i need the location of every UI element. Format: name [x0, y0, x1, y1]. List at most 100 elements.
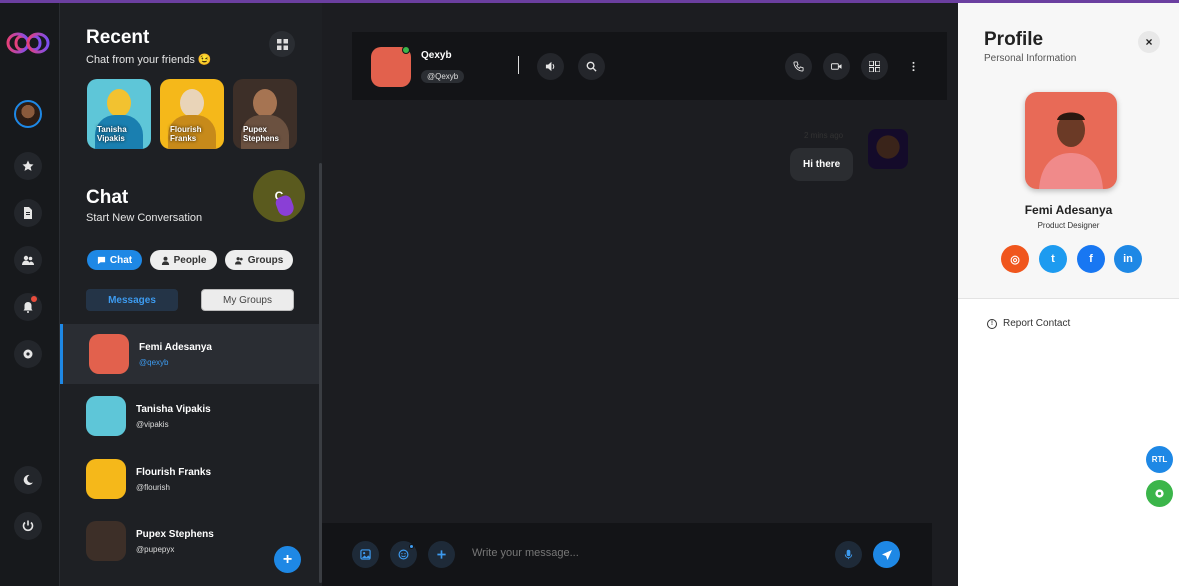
grid-menu-button[interactable]: [861, 53, 888, 80]
conversation-handle: @pupepyx: [136, 545, 175, 554]
theme-settings-button[interactable]: [1146, 480, 1173, 507]
conversation-avatar: [86, 521, 126, 561]
grid-view-button[interactable]: [269, 31, 295, 57]
voice-message-button[interactable]: [835, 541, 862, 568]
chat-title: Chat: [86, 187, 129, 208]
story-card[interactable]: Flourish Franks: [160, 79, 224, 149]
attach-image-button[interactable]: [352, 541, 379, 568]
dark-mode-toggle[interactable]: [14, 466, 42, 494]
sender-avatar: [868, 129, 908, 169]
facebook-icon: f: [1089, 253, 1093, 265]
conversation-item[interactable]: Flourish Franks @flourish: [60, 449, 319, 509]
profile-role: Product Designer: [1037, 221, 1100, 230]
icon-rail: [0, 3, 60, 586]
speaker-icon: [545, 61, 555, 72]
conversation-item[interactable]: Femi Adesanya @qexyb: [60, 324, 319, 384]
video-call-button[interactable]: [823, 53, 850, 80]
tab-groups[interactable]: Groups: [225, 250, 293, 270]
tab-my-groups[interactable]: My Groups: [201, 289, 294, 311]
grid-icon: [869, 61, 880, 72]
person-icon: [161, 256, 169, 265]
conversation-handle: @qexyb: [139, 358, 169, 367]
new-conversation-button[interactable]: C: [253, 170, 305, 222]
message-input[interactable]: [472, 547, 832, 559]
chat-subtitle: Start New Conversation: [86, 212, 203, 224]
documents-button[interactable]: [14, 199, 42, 227]
more-options-button[interactable]: [900, 53, 927, 80]
close-profile-button[interactable]: ×: [1138, 31, 1160, 53]
notifications-button[interactable]: [14, 293, 42, 321]
online-status-dot: [402, 46, 410, 54]
smiley-icon: [398, 549, 409, 560]
story-card[interactable]: Pupex Stephens: [233, 79, 297, 149]
mute-button[interactable]: [537, 53, 564, 80]
instagram-button[interactable]: ◎: [1001, 245, 1029, 273]
story-name: Tanisha Vipakis: [97, 125, 127, 143]
logout-button[interactable]: [14, 512, 42, 540]
add-conversation-button[interactable]: +: [274, 546, 301, 573]
video-camera-icon: [831, 63, 842, 70]
linkedin-icon: in: [1123, 253, 1133, 265]
tab-chat-label: Chat: [109, 254, 133, 266]
chat-app: Recent Chat from your friends 😉 Tanisha V…: [0, 0, 1179, 586]
chat-panel: Qexyb @Qexyb 2 mins ago Hi there: [322, 3, 958, 586]
star-icon: [22, 160, 34, 171]
voice-call-button[interactable]: [785, 53, 812, 80]
plus-icon: [437, 550, 446, 559]
story-name: Pupex Stephens: [243, 125, 280, 143]
message-composer: [322, 523, 932, 586]
group-icon: [234, 256, 243, 265]
twitter-icon: t: [1051, 253, 1055, 265]
rtl-toggle-button[interactable]: RTL: [1146, 446, 1173, 473]
paper-plane-icon: [881, 549, 892, 560]
linkedin-button[interactable]: in: [1114, 245, 1142, 273]
story-card[interactable]: Tanisha Vipakis: [87, 79, 151, 149]
contact-handle: @Qexyb: [421, 70, 465, 83]
emoji-button[interactable]: [390, 541, 417, 568]
info-icon: !: [987, 318, 997, 329]
story-thumbnail: [253, 89, 277, 117]
profile-title: Profile: [984, 29, 1044, 50]
add-attachment-button[interactable]: [428, 541, 455, 568]
story-thumbnail: [107, 89, 131, 117]
conversation-name: Tanisha Vipakis: [136, 404, 211, 415]
phone-icon: [793, 61, 804, 72]
report-contact-link[interactable]: ! Report Contact: [987, 318, 1070, 329]
document-icon: [24, 207, 32, 219]
conversation-item[interactable]: Tanisha Vipakis @vipakis: [60, 386, 319, 446]
profile-name: Femi Adesanya: [1024, 203, 1113, 217]
recent-title: Recent: [86, 27, 150, 48]
gear-icon: [1155, 489, 1164, 498]
facebook-button[interactable]: f: [1077, 245, 1105, 273]
header-divider: [518, 56, 519, 74]
user-avatar[interactable]: [14, 100, 42, 128]
conversation-avatar: [86, 459, 126, 499]
conversation-avatar: [86, 396, 126, 436]
tab-chat[interactable]: Chat: [87, 250, 142, 270]
emoji-badge: [409, 544, 414, 549]
tab-messages[interactable]: Messages: [86, 289, 178, 311]
profile-subtitle: Personal Information: [984, 53, 1077, 64]
report-contact-label: Report Contact: [1003, 318, 1071, 329]
infinity-logo-icon[interactable]: [4, 29, 52, 57]
message-timestamp: 2 mins ago: [804, 131, 844, 140]
tab-people[interactable]: People: [150, 250, 217, 270]
more-vertical-icon: [912, 61, 915, 72]
contact-name: Qexyb: [421, 50, 452, 61]
favorites-button[interactable]: [14, 152, 42, 180]
conversation-name: Femi Adesanya: [139, 342, 212, 353]
profile-photo-illustration: [1039, 112, 1103, 189]
search-button[interactable]: [578, 53, 605, 80]
message-bubble: Hi there: [790, 148, 854, 181]
twitter-button[interactable]: t: [1039, 245, 1067, 273]
settings-button[interactable]: [14, 340, 42, 368]
conversation-handle: @flourish: [136, 483, 170, 492]
hand-cursor-icon: [274, 193, 296, 219]
users-icon: [22, 255, 34, 265]
conversation-name: Flourish Franks: [136, 467, 212, 478]
story-thumbnail: [180, 89, 204, 117]
tab-people-label: People: [173, 254, 207, 266]
bell-icon: [23, 302, 33, 313]
contacts-button[interactable]: [14, 246, 42, 274]
send-button[interactable]: [873, 541, 900, 568]
